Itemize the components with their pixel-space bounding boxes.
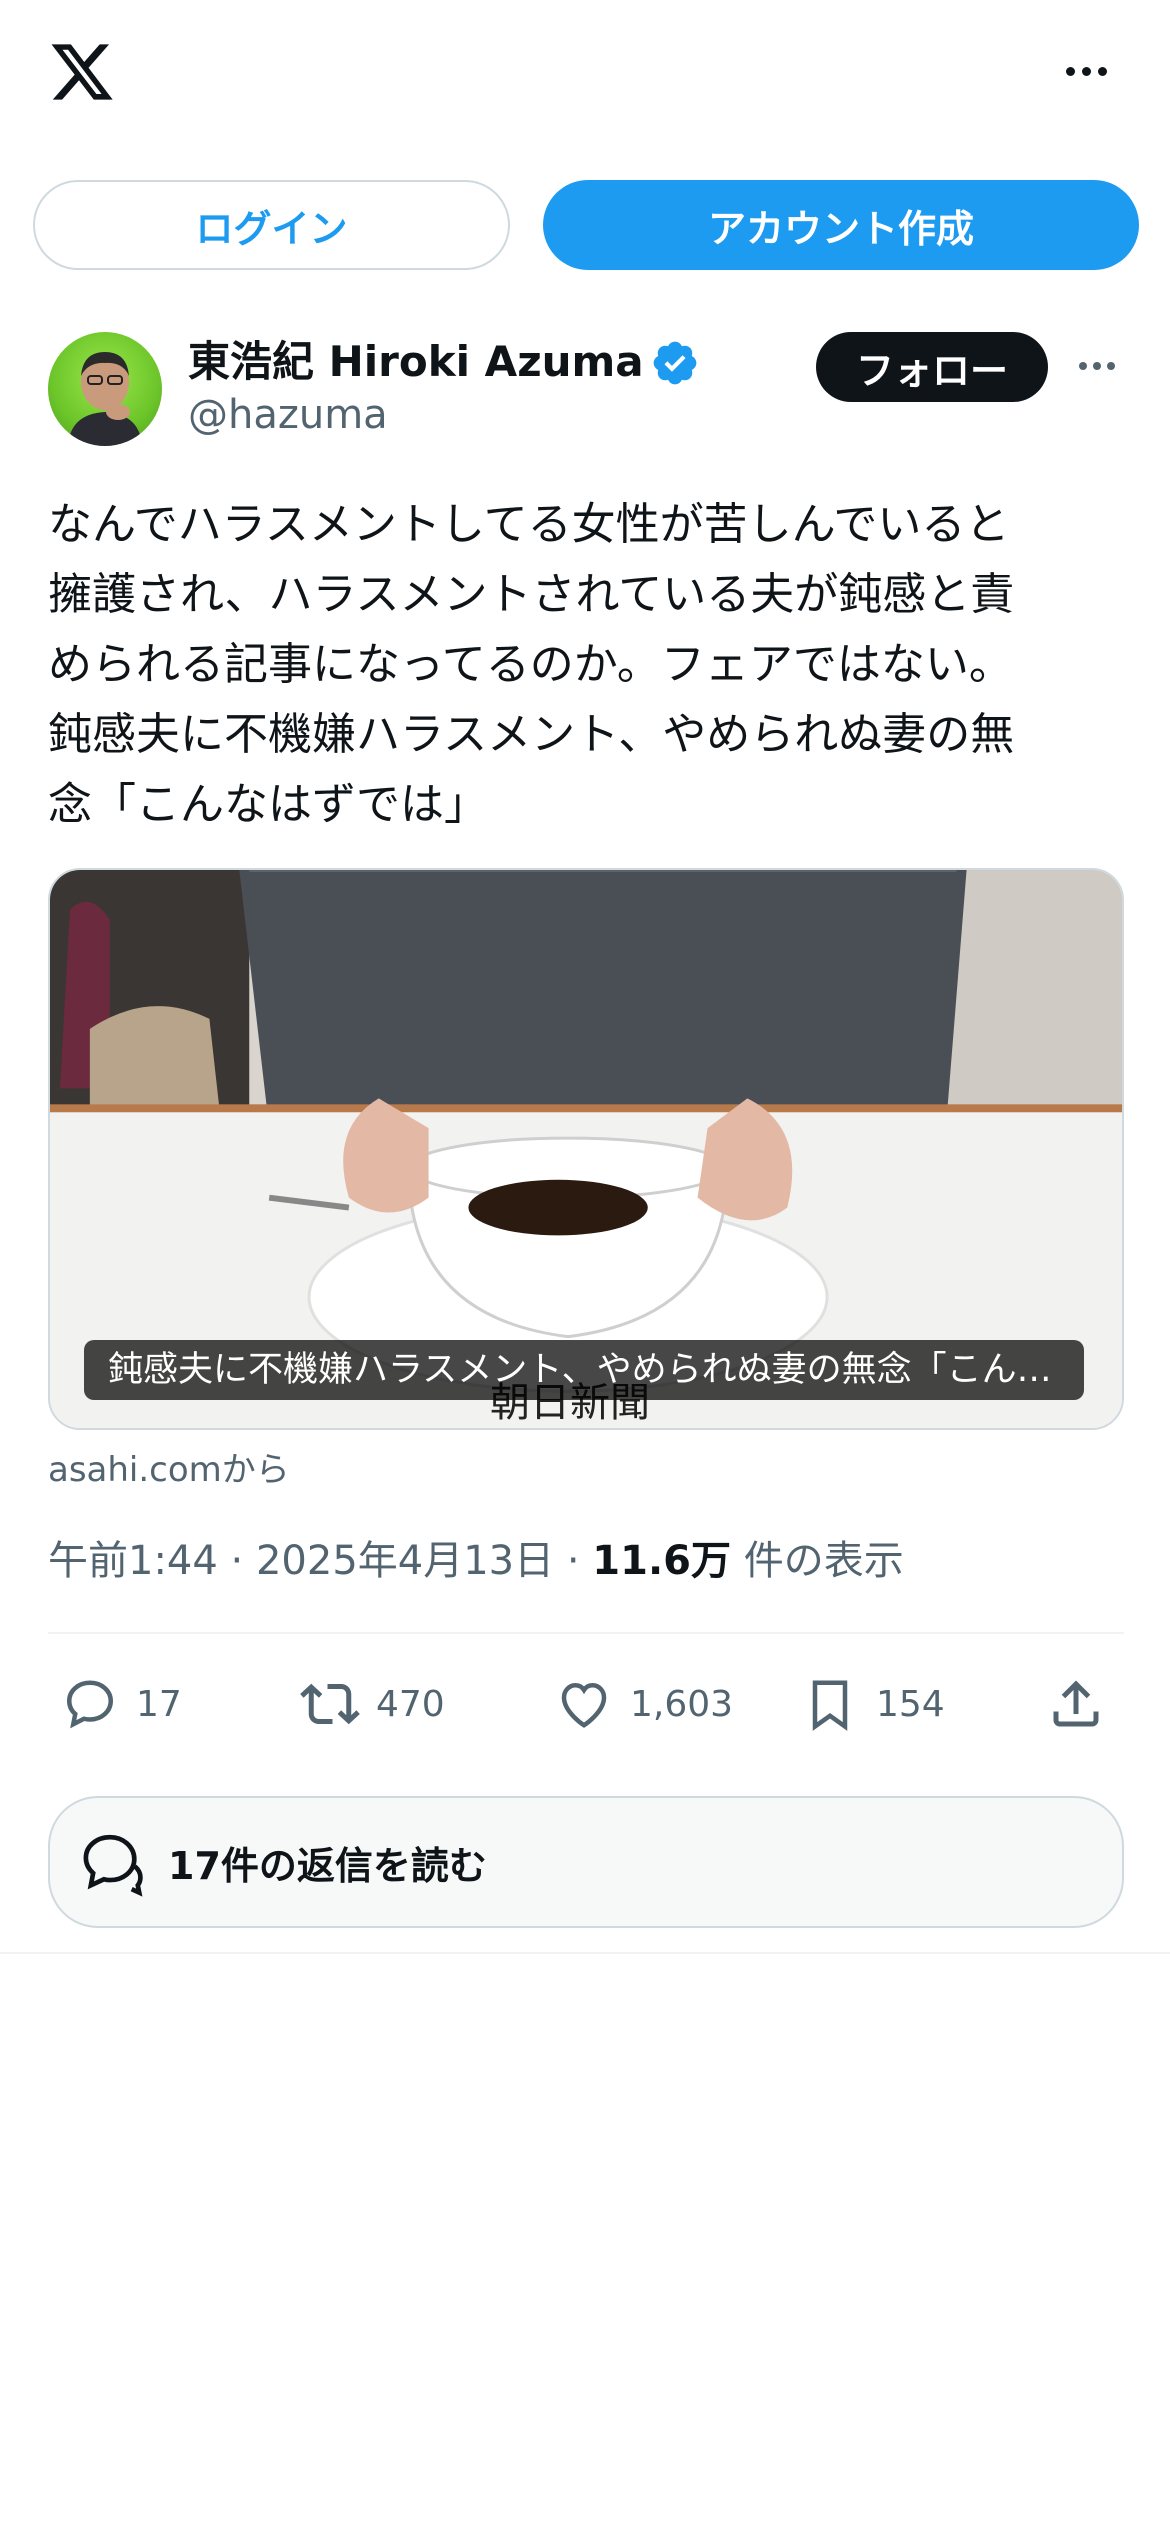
share-button[interactable] (1046, 1672, 1106, 1736)
x-logo-icon[interactable] (46, 38, 118, 106)
like-button[interactable]: 1,603 (554, 1672, 733, 1736)
retweet-count: 470 (376, 1683, 445, 1725)
read-replies-label: 17件の返信を読む (168, 1843, 487, 1888)
retweet-button[interactable]: 470 (300, 1672, 445, 1736)
verified-badge-icon (653, 341, 697, 385)
heart-icon (561, 1682, 607, 1728)
share-icon (1053, 1680, 1099, 1727)
divider (48, 1632, 1124, 1634)
tweet-text: なんでハラスメントしてる女性が苦しんでいると 擁護され、ハラスメントされている夫… (48, 499, 1015, 830)
bookmark-button[interactable]: 154 (800, 1672, 945, 1736)
bookmark-count: 154 (876, 1683, 945, 1725)
login-button[interactable]: ログイン (33, 180, 510, 270)
bottom-divider (0, 1952, 1170, 1954)
avatar[interactable] (48, 332, 162, 446)
reply-button[interactable]: 17 (60, 1672, 182, 1736)
views-label: 件の表示 (743, 1538, 904, 1584)
views-count: 11.6万 (592, 1538, 731, 1584)
like-count: 1,603 (630, 1683, 734, 1725)
tweet-meta: 午前1:44 · 2025年4月13日 · 11.6万 件の表示 (48, 1538, 904, 1584)
author-handle[interactable]: @hazuma (188, 392, 388, 438)
retweet-icon (300, 1683, 360, 1725)
bookmark-icon (812, 1680, 848, 1731)
reply-count: 17 (136, 1683, 182, 1725)
author-name[interactable]: 東浩紀 Hiroki Azuma (188, 328, 644, 389)
link-card[interactable]: 朝日新聞 鈍感夫に不機嫌ハラスメント、やめられぬ妻の無念「こんなはずでは」 (48, 868, 1124, 1430)
signup-button[interactable]: アカウント作成 (543, 180, 1139, 270)
card-caption: 鈍感夫に不機嫌ハラスメント、やめられぬ妻の無念「こんなはずでは」 (84, 1340, 1084, 1400)
tweet-page: ログイン アカウント作成 東浩紀 Hiroki Azuma @hazuma フォ… (0, 0, 1170, 2532)
tweet-time[interactable]: 午前1:44 (48, 1538, 218, 1584)
tweet-date[interactable]: 2025年4月13日 (256, 1538, 554, 1584)
card-source[interactable]: asahi.comから (48, 1442, 290, 1491)
follow-button[interactable]: フォロー (816, 332, 1048, 402)
top-bar (0, 0, 1170, 150)
more-icon[interactable] (1058, 56, 1114, 86)
chat-bubble-icon (83, 1834, 143, 1897)
reply-icon (66, 1680, 114, 1729)
read-replies-button[interactable]: 17件の返信を読む (48, 1796, 1124, 1928)
tweet-more-icon[interactable] (1072, 356, 1122, 376)
